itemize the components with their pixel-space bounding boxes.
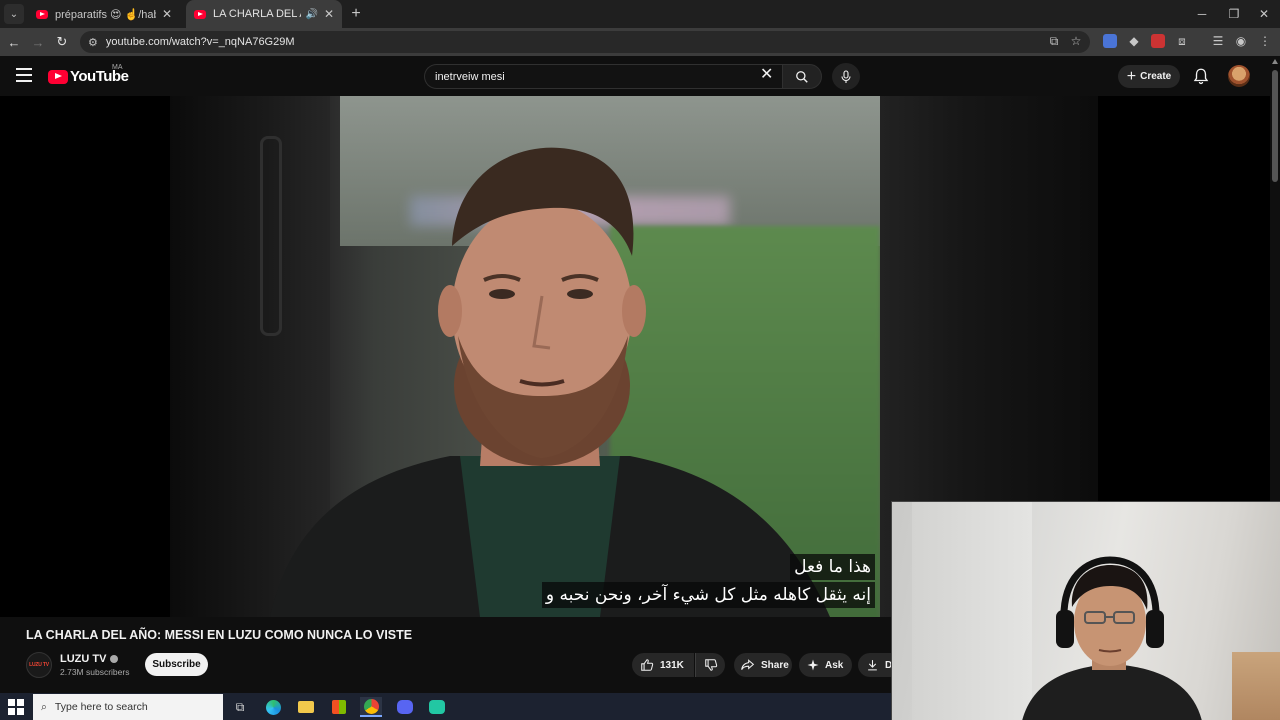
account-avatar[interactable]	[1228, 65, 1250, 87]
extensions-puzzle-icon[interactable]: ⧈	[1173, 32, 1191, 50]
back-button[interactable]: ←	[4, 32, 24, 52]
tab-title: LA CHARLA DEL AÑO: MESSI	[213, 8, 301, 20]
download-icon	[868, 660, 877, 671]
like-button[interactable]: 131K	[632, 653, 694, 677]
scrollbar-thumb[interactable]	[1272, 70, 1278, 182]
subscribe-button[interactable]: Subscribe	[145, 653, 208, 676]
file-explorer-icon[interactable]	[295, 697, 317, 717]
translate-extension-icon[interactable]	[1103, 34, 1117, 48]
caption-line-2: إنه يثقل كاهله مثل كل شيء آخر، ونحن نحبه…	[541, 582, 875, 608]
search-icon	[796, 70, 808, 83]
browser-tab-2[interactable]: LA CHARLA DEL AÑO: MESSI 🔊 ✕	[186, 0, 342, 28]
share-button[interactable]: Share	[734, 653, 792, 677]
plus-icon: +	[1126, 67, 1137, 85]
youtube-logo[interactable]: YouTube MA	[48, 64, 129, 85]
share-label: Share	[761, 659, 789, 671]
browser-tab-strip: ⌄ préparatifs 😍 ☝️/habbat abdel ✕ LA CHA…	[0, 0, 1280, 28]
notifications-bell-icon[interactable]	[1192, 67, 1210, 85]
bookmark-star-icon[interactable]: ☆	[1067, 32, 1085, 50]
verified-badge-icon	[110, 655, 119, 664]
dislike-button[interactable]	[695, 653, 725, 677]
microsoft-store-icon[interactable]	[328, 697, 350, 717]
webcam-overlay	[891, 501, 1280, 720]
minimize-button[interactable]: ─	[1186, 0, 1218, 28]
caption-line-1: هذا ما فعل	[790, 554, 875, 580]
youtube-masthead: YouTube MA inetrveiw mesi ✕ + Create	[0, 56, 1270, 96]
close-window-button[interactable]: ✕	[1248, 0, 1280, 28]
create-label: Create	[1140, 71, 1172, 82]
search-button[interactable]	[782, 64, 822, 89]
discord-taskbar-icon[interactable]	[394, 697, 416, 717]
sparkle-icon	[807, 659, 819, 671]
create-button[interactable]: + Create	[1118, 65, 1180, 88]
forward-button[interactable]: →	[28, 32, 48, 52]
search-input[interactable]: inetrveiw mesi	[424, 64, 782, 89]
thumbs-up-icon	[641, 659, 654, 671]
profile-icon[interactable]: ◉	[1232, 32, 1250, 50]
channel-name[interactable]: LUZU TV	[60, 653, 119, 665]
browser-tab-1[interactable]: préparatifs 😍 ☝️/habbat abdel ✕	[28, 0, 180, 28]
url-text: youtube.com/watch?v=_nqNA76G29M	[105, 36, 295, 48]
speaker-icon[interactable]: 🔊	[305, 9, 317, 20]
chevron-down-icon: ⌄	[9, 8, 19, 20]
scroll-up-icon[interactable]	[1272, 59, 1278, 64]
more-menu-icon[interactable]: ⋮	[1256, 32, 1274, 50]
microphone-icon	[841, 69, 851, 83]
ask-button[interactable]: Ask	[799, 653, 852, 677]
tab-title: préparatifs 😍 ☝️/habbat abdel	[55, 8, 156, 21]
browser-toolbar: ← → ↻ ⚙ youtube.com/watch?v=_nqNA76G29M …	[0, 28, 1280, 56]
reload-button[interactable]: ↻	[52, 32, 72, 52]
install-app-icon[interactable]: ⧉	[1045, 32, 1063, 50]
restore-button[interactable]: ❐	[1218, 0, 1250, 28]
menu-icon[interactable]	[16, 68, 32, 82]
windows-taskbar: ⌕ Type here to search ⧉	[0, 693, 891, 720]
streamer-figure	[1022, 556, 1202, 720]
like-count: 131K	[660, 659, 684, 671]
video-title: LA CHARLA DEL AÑO: MESSI EN LUZU COMO NU…	[26, 628, 413, 642]
windows-start-icon[interactable]	[8, 699, 24, 715]
voice-search-button[interactable]	[832, 63, 860, 90]
share-arrow-icon	[741, 659, 755, 670]
taskbar-search-input[interactable]: ⌕ Type here to search	[33, 694, 223, 720]
region-code: MA	[112, 64, 123, 71]
close-tab-icon[interactable]: ✕	[162, 7, 172, 21]
ask-label: Ask	[825, 659, 844, 671]
tab-search-button[interactable]: ⌄	[4, 4, 24, 24]
subscriber-count: 2.73M subscribers	[60, 667, 130, 677]
interviewee-figure	[270, 147, 830, 617]
site-info-icon[interactable]: ⚙	[88, 36, 98, 49]
app-taskbar-icon[interactable]	[426, 697, 448, 717]
thumbs-down-icon	[704, 659, 717, 671]
address-bar[interactable]: ⚙ youtube.com/watch?v=_nqNA76G29M	[80, 31, 1090, 53]
search-icon: ⌕	[41, 700, 47, 713]
red-extension-icon[interactable]	[1151, 34, 1165, 48]
task-view-icon[interactable]: ⧉	[229, 697, 251, 717]
taskbar-search-placeholder: Type here to search	[54, 701, 148, 713]
youtube-favicon-icon	[36, 9, 48, 19]
clear-search-icon[interactable]: ✕	[760, 67, 773, 83]
diamond-extension-icon[interactable]: ◆	[1125, 32, 1143, 50]
edge-browser-icon[interactable]	[262, 697, 284, 717]
channel-name-text: LUZU TV	[60, 653, 107, 665]
channel-avatar[interactable]: LUZU TV	[26, 652, 52, 678]
chrome-taskbar-icon[interactable]	[360, 697, 382, 717]
close-tab-icon[interactable]: ✕	[324, 7, 334, 21]
youtube-favicon-icon	[194, 9, 206, 19]
new-tab-button[interactable]: +	[346, 4, 366, 24]
reading-list-icon[interactable]: ☰	[1209, 32, 1227, 50]
youtube-play-icon	[48, 69, 68, 84]
caption-box: هذا ما فعل إنه يثقل كاهله مثل كل شيء آخر…	[541, 554, 875, 610]
search-query: inetrveiw mesi	[435, 70, 505, 83]
